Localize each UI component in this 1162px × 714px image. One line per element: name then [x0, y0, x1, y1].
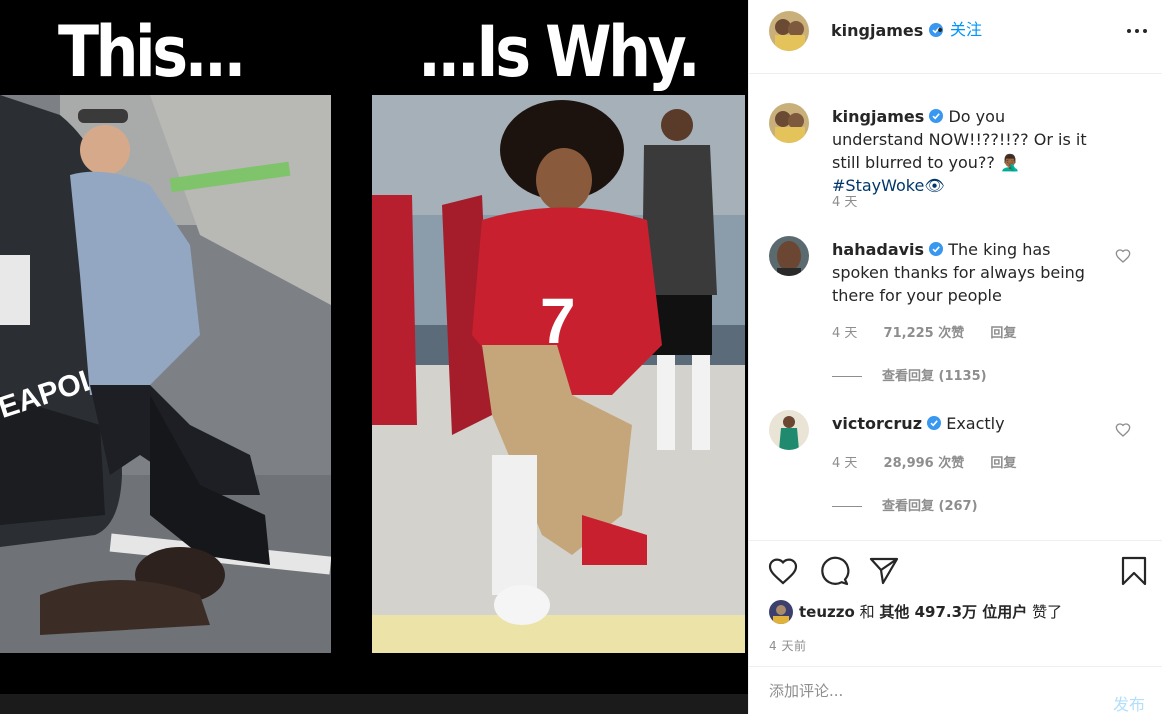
comments-list[interactable]: kingjames Do you understand NOW!!??!!?? …	[749, 75, 1162, 540]
instagram-post-view: This... ...Is Why. EAPOLIS 7 kingjames •…	[0, 0, 1162, 714]
verified-badge-icon	[929, 109, 944, 123]
separator-dot: •	[936, 23, 945, 39]
comment-item: victorcruz Exactly 4 天 28,996 次赞 回复 查看回复…	[749, 410, 1162, 520]
like-comment-heart-icon[interactable]	[1115, 422, 1131, 438]
comment-username[interactable]: victorcruz	[832, 414, 922, 433]
caption-comment: kingjames Do you understand NOW!!??!!?? …	[749, 103, 1162, 213]
avatar-image	[769, 11, 809, 51]
eye-emoji: 👁	[924, 176, 945, 195]
liker-username[interactable]: teuzzo	[799, 603, 855, 621]
caption-avatar[interactable]	[769, 103, 809, 143]
avatar-image	[769, 236, 809, 276]
like-comment-heart-icon[interactable]	[1115, 248, 1131, 264]
save-bookmark-icon[interactable]	[1118, 555, 1150, 587]
avatar-image	[769, 600, 793, 624]
likes-count[interactable]: 其他 497.3万 位用户	[879, 603, 1027, 621]
comment-meta: 4 天 71,225 次赞 回复	[832, 322, 1038, 341]
media-caption-left: This...	[58, 11, 246, 93]
comment-username[interactable]: hahadavis	[832, 240, 924, 259]
reply-button[interactable]: 回复	[990, 326, 1016, 341]
like-heart-icon[interactable]	[767, 555, 799, 587]
commenter-avatar[interactable]	[769, 236, 809, 276]
verified-badge-icon	[927, 416, 942, 430]
comment-item: hahadavis The king has spoken thanks for…	[749, 236, 1162, 396]
comment-meta: 4 天	[832, 191, 879, 210]
avatar-image	[769, 410, 809, 450]
author-username[interactable]: kingjames	[831, 20, 943, 42]
comment-username[interactable]: kingjames	[832, 107, 924, 126]
comment-text: hahadavis The king has spoken thanks for…	[832, 238, 1100, 307]
post-header: kingjames • 关注	[749, 0, 1162, 74]
add-comment-bar: 发布	[749, 666, 1162, 714]
view-replies-button[interactable]: 查看回复 (267)	[832, 495, 978, 514]
post-media[interactable]: This... ...Is Why. EAPOLIS 7	[0, 0, 748, 714]
comment-time[interactable]: 4 天	[832, 456, 857, 471]
likes-liked: 赞了	[1032, 603, 1063, 621]
post-side-panel: kingjames • 关注 kingjames Do you understa…	[748, 0, 1162, 714]
post-timestamp[interactable]: 4 天前	[769, 637, 806, 654]
author-avatar[interactable]	[769, 11, 809, 51]
add-comment-input[interactable]	[769, 679, 1069, 703]
media-caption-right: ...Is Why.	[418, 11, 701, 93]
post-actions: teuzzo 和 其他 497.3万 位用户 赞了 4 天前	[749, 540, 1162, 666]
replies-divider-line	[832, 376, 862, 377]
post-comment-button[interactable]: 发布	[1113, 691, 1145, 714]
replies-divider-line	[832, 506, 862, 507]
author-username-text[interactable]: kingjames	[831, 21, 923, 40]
police-scene-illustration: EAPOLIS	[0, 95, 331, 653]
view-replies-button[interactable]: 查看回复 (1135)	[832, 365, 987, 384]
comment-bubble-icon[interactable]	[818, 555, 850, 587]
more-options-icon[interactable]	[1125, 22, 1149, 40]
likes-and: 和	[859, 603, 875, 621]
comment-like-count[interactable]: 71,225 次赞	[884, 326, 965, 341]
view-replies-label[interactable]: 查看回复 (267)	[882, 499, 978, 514]
comment-time[interactable]: 4 天	[832, 326, 857, 341]
photo-left: EAPOLIS	[0, 95, 331, 653]
kneeling-player-illustration: 7	[372, 95, 745, 653]
comment-time[interactable]: 4 天	[832, 195, 857, 210]
view-replies-label[interactable]: 查看回复 (1135)	[882, 369, 987, 384]
comment-text: victorcruz Exactly	[832, 412, 1100, 435]
reply-button[interactable]: 回复	[990, 456, 1016, 471]
commenter-avatar[interactable]	[769, 410, 809, 450]
comment-like-count[interactable]: 28,996 次赞	[884, 456, 965, 471]
caption-text: kingjames Do you understand NOW!!??!!?? …	[832, 105, 1100, 197]
facepalm-emoji: 🤦🏾‍♂️	[1000, 153, 1020, 172]
liker-avatar[interactable]	[769, 600, 793, 624]
comment-body: Exactly	[946, 414, 1005, 433]
comment-meta: 4 天 28,996 次赞 回复	[832, 452, 1038, 471]
verified-badge-icon	[929, 242, 944, 256]
share-paper-plane-icon[interactable]	[868, 555, 900, 587]
media-bottom-strip	[0, 694, 748, 714]
likes-summary: teuzzo 和 其他 497.3万 位用户 赞了	[769, 599, 1062, 625]
follow-button[interactable]: 关注	[950, 19, 982, 41]
photo-right: 7	[372, 95, 745, 653]
avatar-image	[769, 103, 809, 143]
